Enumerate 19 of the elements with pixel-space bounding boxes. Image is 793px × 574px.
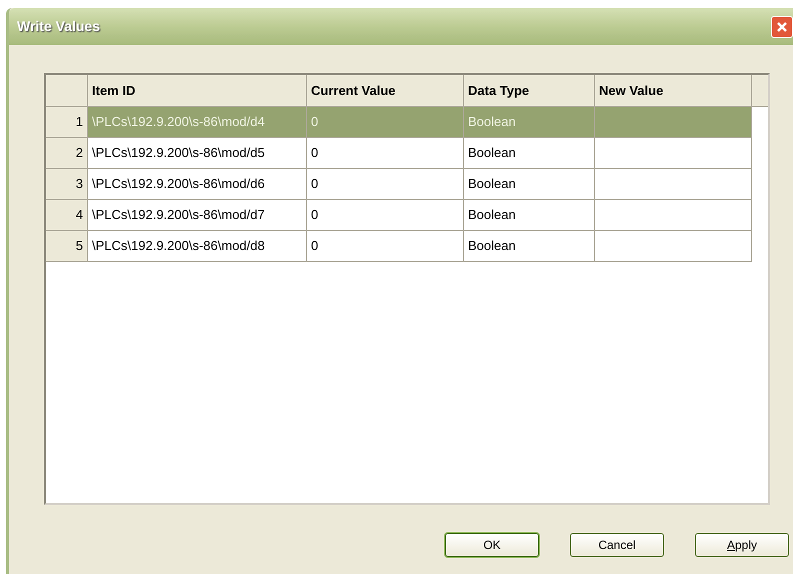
table-cell[interactable] [595, 231, 752, 262]
row-number[interactable]: 2 [46, 138, 88, 169]
table-row[interactable]: \PLCs\192.9.200\s-86\mod/d8 0 Boolean [88, 231, 752, 262]
row-number[interactable]: 4 [46, 200, 88, 231]
dialog-button[interactable]: Cancel [570, 533, 664, 557]
table-row[interactable]: \PLCs\192.9.200\s-86\mod/d7 0 Boolean [88, 200, 752, 231]
close-icon [776, 20, 788, 32]
table-cell: \PLCs\192.9.200\s-86\mod/d8 [88, 231, 307, 262]
window-title: Write Values [17, 17, 100, 36]
row-number[interactable]: 1 [46, 107, 88, 138]
row-number[interactable]: 3 [46, 169, 88, 200]
dialog-button[interactable]: OK [445, 533, 539, 557]
table-cell: Boolean [464, 231, 595, 262]
close-button[interactable] [771, 16, 793, 38]
table-row[interactable]: \PLCs\192.9.200\s-86\mod/d6 0 Boolean [88, 169, 752, 200]
table-row[interactable]: \PLCs\192.9.200\s-86\mod/d5 0 Boolean [88, 138, 752, 169]
dialog-button[interactable]: Apply [695, 533, 789, 557]
table-cell: 0 [307, 231, 464, 262]
row-number[interactable]: 5 [46, 231, 88, 262]
